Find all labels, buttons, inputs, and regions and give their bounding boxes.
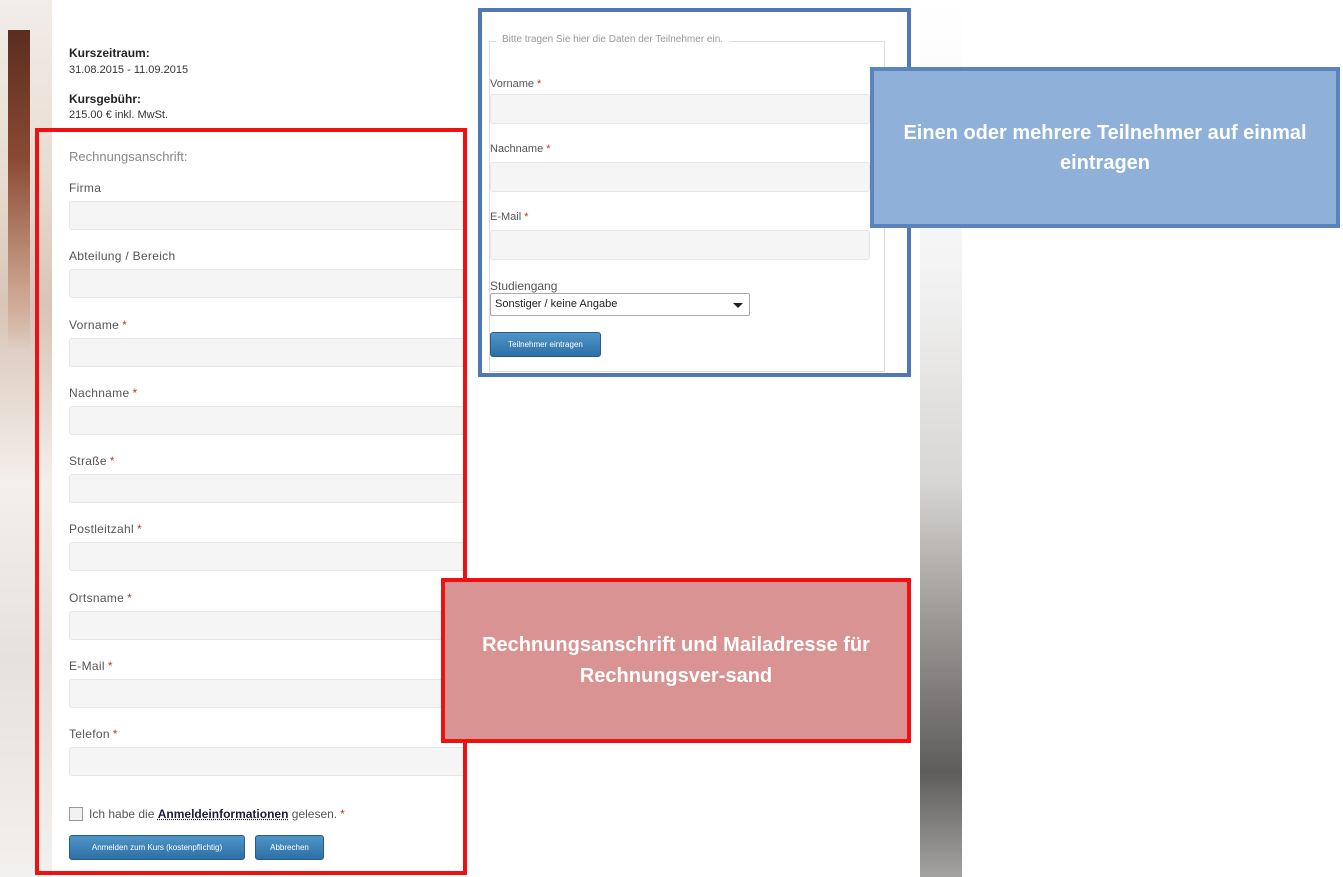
participant-highlight-frame (478, 8, 911, 377)
course-fee-label: Kursgebühr: (69, 92, 141, 106)
billing-callout: Rechnungsanschrift und Mailadresse für R… (441, 578, 911, 743)
course-period-value: 31.08.2015 - 11.09.2015 (69, 64, 189, 76)
billing-callout-text: Rechnungsanschrift und Mailadresse für R… (482, 633, 870, 687)
participant-callout-text: Einen oder mehrere Teilnehmer auf einmal… (903, 121, 1307, 174)
course-fee-value: 215.00 € inkl. MwSt. (69, 109, 169, 121)
course-period-label: Kurszeitraum: (69, 46, 150, 60)
billing-highlight-frame (35, 128, 467, 875)
background-photo-strip (8, 30, 30, 350)
participant-callout: Einen oder mehrere Teilnehmer auf einmal… (870, 67, 1340, 228)
